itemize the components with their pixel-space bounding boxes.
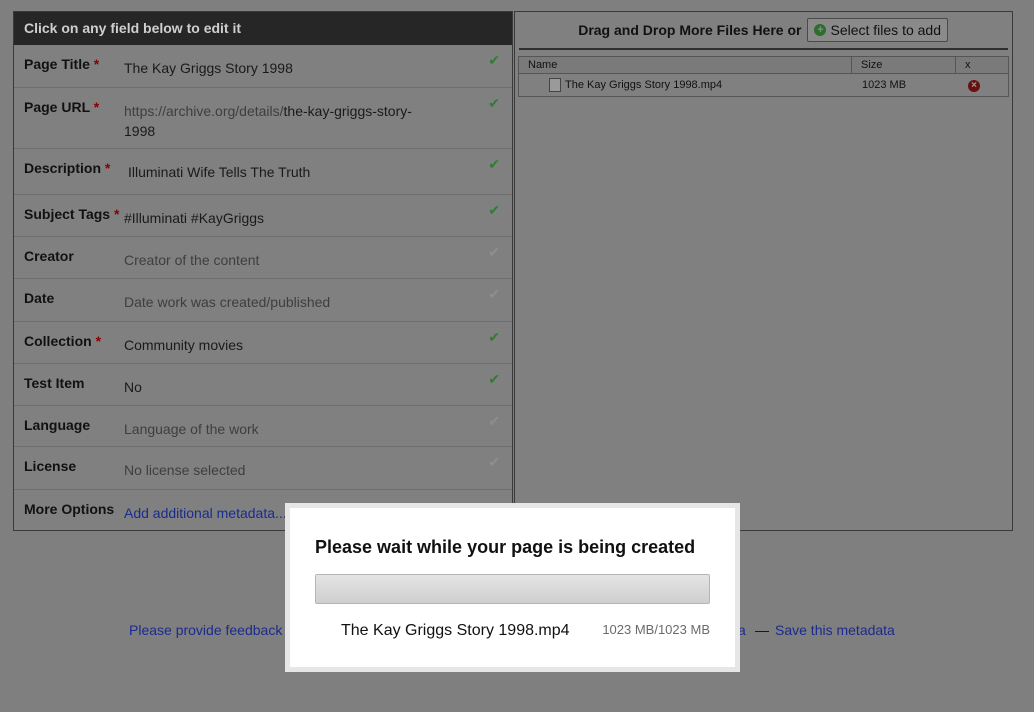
description-value[interactable]: Illuminati Wife Tells The Truth [128,162,448,182]
field-label: License [24,458,77,474]
plus-icon: + [814,24,827,36]
remove-file-icon[interactable]: × [968,80,980,92]
field-page-title[interactable]: Page Title * The Kay Griggs Story 1998 ✔ [14,45,512,88]
file-table: Name Size x The Kay Griggs Story 1998.mp… [518,56,1009,97]
drop-zone[interactable]: Drag and Drop More Files Here or + Selec… [519,12,1008,50]
drop-text: Drag and Drop More Files Here or [578,22,802,38]
file-name: The Kay Griggs Story 1998.mp4 [565,79,723,91]
field-license[interactable]: License No license selected ✔ [14,447,512,490]
field-label: Test Item [24,375,85,391]
progress-bar [315,574,710,604]
column-header-name[interactable]: Name [519,57,852,73]
page-title-value[interactable]: The Kay Griggs Story 1998 [124,58,444,78]
upload-file-name: The Kay Griggs Story 1998.mp4 [341,622,570,639]
metadata-panel: Click on any field below to edit it Page… [13,11,513,531]
file-icon [549,78,561,93]
check-icon: ✔ [488,413,500,429]
field-date[interactable]: Date Date work was created/published ✔ [14,279,512,322]
field-subject-tags[interactable]: Subject Tags * #Illuminati #KayGriggs ✔ [14,195,512,237]
select-files-button[interactable]: + Select files to add [807,18,948,42]
language-value[interactable]: Language of the work [124,419,444,439]
field-label: Page URL * [24,99,100,115]
files-panel: Drag and Drop More Files Here or + Selec… [514,11,1013,531]
field-creator[interactable]: Creator Creator of the content ✔ [14,237,512,279]
column-header-remove: x [965,59,971,71]
check-icon: ✔ [488,156,500,172]
progress-modal: Please wait while your page is being cre… [285,503,740,672]
check-icon: ✔ [488,286,500,302]
field-page-url[interactable]: Page URL * https://archive.org/details/t… [14,88,512,149]
check-icon: ✔ [488,244,500,260]
file-size: 1023 MB [862,79,907,91]
field-label: Date [24,290,55,306]
date-value[interactable]: Date work was created/published [124,292,444,312]
feedback-link[interactable]: Please provide feedback [129,622,282,638]
check-icon: ✔ [488,95,500,111]
check-icon: ✔ [488,454,500,470]
file-name-cell: The Kay Griggs Story 1998.mp4 [519,74,852,96]
column-header-size[interactable]: Size [852,57,956,73]
field-description[interactable]: Description * Illuminati Wife Tells The … [14,149,512,195]
test-item-value[interactable]: No [124,377,444,397]
upload-file-progress: 1023 MB/1023 MB [602,622,710,637]
check-icon: ✔ [488,329,500,345]
subject-tags-value[interactable]: #Illuminati #KayGriggs [124,208,444,228]
table-row[interactable]: The Kay Griggs Story 1998.mp4 1023 MB × [519,74,1008,96]
license-value[interactable]: No license selected [124,460,444,480]
field-language[interactable]: Language Language of the work ✔ [14,406,512,447]
creator-value[interactable]: Creator of the content [124,250,444,270]
field-label: More Options [24,501,115,517]
save-metadata-link[interactable]: Save this metadata [775,622,895,638]
field-collection[interactable]: Collection * Community movies ✔ [14,322,512,364]
field-label: Language [24,417,91,433]
check-icon: ✔ [488,202,500,218]
field-label: Description * [24,160,111,176]
field-test-item[interactable]: Test Item No ✔ [14,364,512,406]
check-icon: ✔ [488,371,500,387]
table-header: Name Size x [519,57,1008,74]
field-label: Page Title * [24,56,100,72]
field-label: Subject Tags * [24,206,120,222]
footer-separator: — [755,622,769,638]
select-files-label: Select files to add [830,22,941,38]
check-icon: ✔ [488,52,500,68]
progress-fill [316,575,709,603]
field-label: Collection * [24,333,102,349]
modal-body: Please wait while your page is being cre… [290,508,735,667]
panel-header: Click on any field below to edit it [14,12,512,45]
modal-title: Please wait while your page is being cre… [315,537,696,557]
collection-value[interactable]: Community movies [124,335,444,355]
page-url-value[interactable]: https://archive.org/details/the-kay-grig… [124,101,434,141]
field-label: Creator [24,248,74,264]
remove-cell: × [956,74,1008,96]
